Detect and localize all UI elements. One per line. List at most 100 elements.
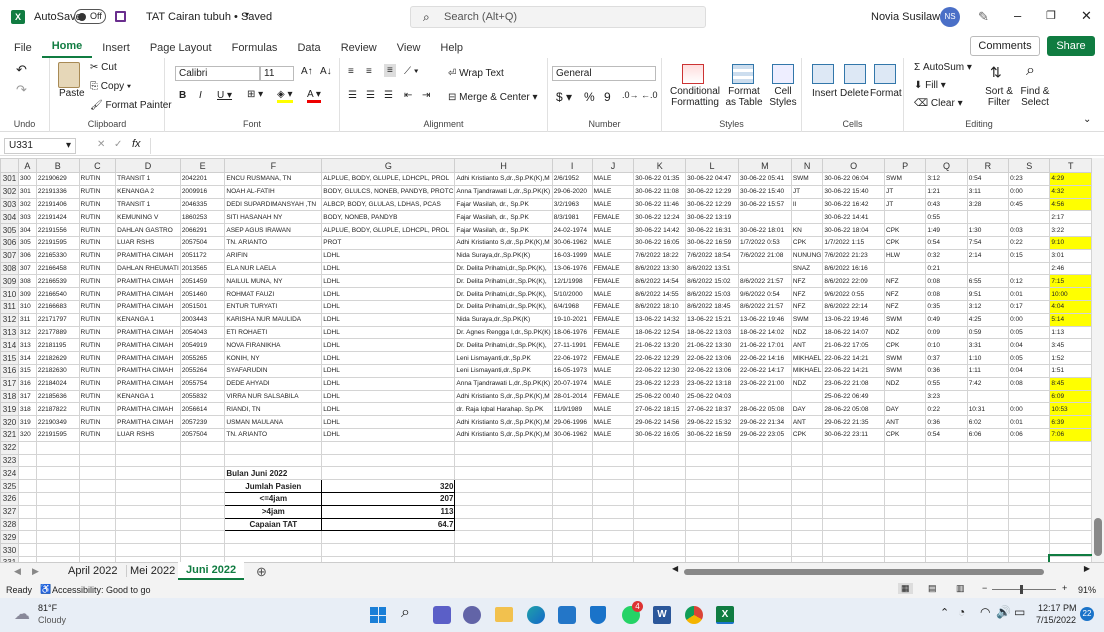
cell[interactable]: 0:54 <box>925 235 968 250</box>
cell[interactable]: 0:23 <box>1008 172 1051 186</box>
row-header[interactable]: 316 <box>0 363 19 378</box>
cell[interactable]: MALE <box>591 402 635 417</box>
zoom-slider[interactable] <box>992 585 1056 594</box>
cell[interactable]: 7/6/2022 18:54 <box>685 248 739 263</box>
cell[interactable]: 2013565 <box>179 261 226 276</box>
cell[interactable]: NDZ <box>883 376 927 391</box>
cell[interactable]: 10:53 <box>1049 402 1092 417</box>
cell[interactable] <box>737 504 792 519</box>
cell[interactable]: 3:23 <box>925 389 968 404</box>
cell[interactable]: PROT <box>321 235 456 250</box>
font-name-select[interactable]: Calibri <box>175 66 260 81</box>
cell[interactable]: ENTUR TURYATI <box>224 299 323 314</box>
column-header-l[interactable]: L <box>685 158 739 173</box>
cell[interactable]: KENANGA 2 <box>115 184 181 199</box>
cell[interactable]: 30-06-22 06:04 <box>822 172 885 186</box>
cell[interactable]: KN <box>790 223 824 237</box>
cell[interactable]: 2042201 <box>179 172 226 186</box>
summary-value[interactable]: 64.7 <box>321 517 456 532</box>
cell[interactable]: RUTIN <box>78 299 117 314</box>
cell[interactable]: LUAR RSHS <box>115 235 181 250</box>
cell[interactable]: BODY, NONEB, PANDYB <box>321 210 456 225</box>
merge-center-button[interactable]: ⊟ Merge & Center ▾ <box>448 92 538 103</box>
cell[interactable] <box>822 517 885 532</box>
column-header-e[interactable]: E <box>179 158 226 173</box>
cell[interactable]: 22-06-22 14:17 <box>737 363 792 378</box>
tab-file[interactable]: File <box>0 42 42 58</box>
cell[interactable]: LDHL <box>321 376 456 391</box>
cell[interactable]: 22-06-22 14:16 <box>737 351 792 365</box>
cell[interactable]: 29-06-22 23:05 <box>737 427 792 442</box>
cell[interactable] <box>685 453 739 468</box>
column-header-a[interactable]: A <box>17 158 37 173</box>
cell[interactable]: 3:28 <box>966 197 1010 212</box>
cell[interactable] <box>790 517 824 532</box>
row-header[interactable]: 317 <box>0 376 19 391</box>
cell[interactable]: MALE <box>591 287 635 301</box>
store-icon[interactable] <box>558 606 576 624</box>
horizontal-scrollbar[interactable]: ◀ ▶ <box>672 564 1090 577</box>
cell[interactable]: 1:49 <box>925 223 968 237</box>
cell[interactable]: Adhi Kristianto S,dr.,Sp.PK(K),M <box>454 172 553 186</box>
edge-icon[interactable] <box>527 606 545 624</box>
cell[interactable]: 10:00 <box>1049 287 1092 301</box>
cell[interactable]: FEMALE <box>591 389 635 404</box>
cell[interactable] <box>454 543 553 557</box>
cell[interactable]: 0:01 <box>1008 287 1051 301</box>
cell[interactable]: Anna Tjandrawati L,dr.,Sp.PK(K) <box>454 184 553 199</box>
cell[interactable] <box>78 517 117 532</box>
cell[interactable]: 9/6/2022 0:55 <box>822 287 885 301</box>
cell[interactable]: FEMALE <box>591 274 635 289</box>
cell[interactable]: dr. Raja Iqbal Harahap. Sp.PK <box>454 402 553 417</box>
autosum-button[interactable]: Σ AutoSum ▾ <box>914 62 972 73</box>
cell[interactable]: CPK <box>883 235 927 250</box>
excel-taskbar-icon[interactable]: X <box>716 606 734 624</box>
cell[interactable]: Dr. Delita Prihatni,dr.,Sp.PK(K), <box>454 261 553 276</box>
cell[interactable]: 2057504 <box>179 235 226 250</box>
cell[interactable]: NUNUNG <box>790 248 824 263</box>
summary-label[interactable]: Jumlah Pasien <box>224 479 323 493</box>
cell[interactable]: ARIFIN <box>224 248 323 263</box>
cell[interactable]: 310 <box>17 299 37 314</box>
cell[interactable] <box>78 479 117 493</box>
maximize-icon[interactable]: ❐ <box>1046 9 1056 22</box>
cell[interactable]: KENANGA 1 <box>115 389 181 404</box>
cell[interactable]: CPK <box>790 235 824 250</box>
wrap-text-button[interactable]: ⏎ Wrap Text <box>448 68 504 79</box>
find-select-icon[interactable]: ⌕ <box>1026 62 1035 80</box>
cell[interactable]: SWM <box>883 363 927 378</box>
cell[interactable]: FEMALE <box>591 261 635 276</box>
cell[interactable]: 0:08 <box>925 287 968 301</box>
cell[interactable] <box>790 210 824 225</box>
cell[interactable] <box>822 479 885 493</box>
cell[interactable]: Dr. Delita Prihatni,dr.,Sp.PK(K), <box>454 274 553 289</box>
cell[interactable]: 8/6/2022 15:02 <box>685 274 739 289</box>
cell[interactable] <box>966 210 1010 225</box>
cell[interactable]: 27-11-1991 <box>551 338 593 353</box>
chat-icon[interactable] <box>463 606 481 624</box>
summary-value[interactable]: 207 <box>321 491 456 506</box>
cell[interactable]: JT <box>883 184 927 199</box>
cell[interactable] <box>822 440 885 455</box>
cell[interactable]: ANT <box>883 415 927 429</box>
cell[interactable]: LDHL <box>321 287 456 301</box>
row-header[interactable]: 328 <box>0 517 19 532</box>
cell[interactable]: 0:45 <box>1008 197 1051 212</box>
cell[interactable]: TN. ARIANTO <box>224 235 323 250</box>
cell[interactable]: 22182629 <box>35 351 80 365</box>
cell[interactable] <box>1049 440 1092 455</box>
row-header[interactable]: 312 <box>0 312 19 327</box>
cell[interactable]: 0:05 <box>1008 325 1051 340</box>
cell[interactable] <box>1008 210 1051 225</box>
cell[interactable]: 6/4/1968 <box>551 299 593 314</box>
cell[interactable]: 0:15 <box>1008 248 1051 263</box>
cell[interactable] <box>790 491 824 506</box>
tray-chevron-icon[interactable]: ⌃ <box>940 606 949 619</box>
cell[interactable]: RUTIN <box>78 261 117 276</box>
cell[interactable]: LDHL <box>321 248 456 263</box>
cell[interactable] <box>115 517 181 532</box>
cell[interactable]: 30-06-22 18:01 <box>737 223 792 237</box>
middle-align-icon[interactable]: ≡ <box>366 66 372 77</box>
cell[interactable] <box>35 543 80 557</box>
cell[interactable] <box>966 517 1010 532</box>
